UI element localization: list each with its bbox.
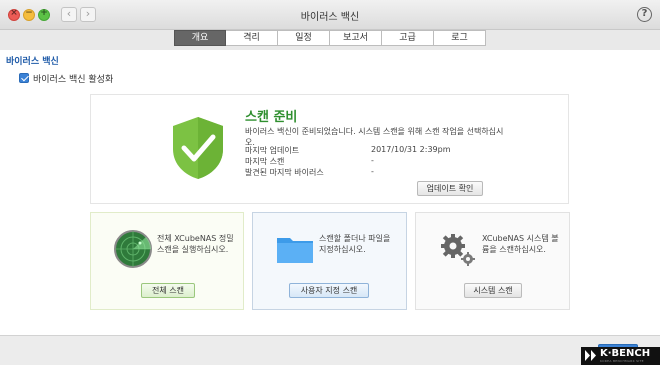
tab-overview[interactable]: 개요 xyxy=(174,30,226,46)
scan-status-title: 스캔 준비 xyxy=(245,110,298,125)
kbench-watermark: K·BENCH KOREA BENCHMARK SITE xyxy=(581,347,660,365)
custom-scan-button[interactable]: 사용자 지정 스캔 xyxy=(289,283,369,298)
last-virus-row: 발견된 마지막 바이러스 - xyxy=(245,167,485,178)
folder-icon xyxy=(277,238,313,263)
tab-bar: 개요 격리 일정 보고서 고급 로그 xyxy=(174,30,486,46)
tab-schedule[interactable]: 일정 xyxy=(278,30,330,46)
gears-icon xyxy=(441,234,475,266)
tab-advanced[interactable]: 고급 xyxy=(382,30,434,46)
window-title: 바이러스 백신 xyxy=(300,12,360,23)
full-scan-button[interactable]: 전체 스캔 xyxy=(141,283,195,298)
section-title: 바이러스 백신 xyxy=(6,57,59,67)
watermark-brand: K·BENCH xyxy=(600,348,651,359)
last-virus-value: - xyxy=(371,167,374,176)
tab-quarantine[interactable]: 격리 xyxy=(226,30,278,46)
enable-antivirus-label: 바이러스 백신 활성화 xyxy=(33,74,114,85)
shield-check-icon xyxy=(173,117,223,179)
kbench-logo-icon xyxy=(585,350,596,361)
title-bar: × − + ‹ › 바이러스 백신 ? xyxy=(0,0,660,30)
radar-icon xyxy=(114,230,152,268)
custom-scan-description: 스캔할 폴더나 파일을 지정하십시오. xyxy=(319,234,391,254)
enable-antivirus-checkbox[interactable] xyxy=(19,73,29,83)
check-update-button[interactable]: 업데이트 확인 xyxy=(417,181,483,196)
last-scan-label: 마지막 스캔 xyxy=(245,157,285,166)
footer-bar: 적용 xyxy=(0,335,660,365)
help-icon: ? xyxy=(641,8,648,19)
system-scan-description: XCubeNAS 시스템 볼륨을 스캔하십시오. xyxy=(482,234,559,254)
last-update-label: 마지막 업데이트 xyxy=(245,146,300,155)
help-button[interactable]: ? xyxy=(637,7,652,22)
enable-antivirus-row[interactable]: 바이러스 백신 활성화 xyxy=(19,72,114,85)
full-scan-card: 전체 XCubeNAS 정밀 스캔을 실행하십시오. 전체 스캔 xyxy=(90,212,244,310)
system-scan-button[interactable]: 시스템 스캔 xyxy=(464,283,522,298)
last-update-value: 2017/10/31 2:39pm xyxy=(371,145,451,154)
full-scan-description: 전체 XCubeNAS 정밀 스캔을 실행하십시오. xyxy=(157,234,234,254)
custom-scan-card: 스캔할 폴더나 파일을 지정하십시오. 사용자 지정 스캔 xyxy=(252,212,407,310)
last-scan-value: - xyxy=(371,156,374,165)
tab-reports[interactable]: 보고서 xyxy=(330,30,382,46)
last-virus-label: 발견된 마지막 바이러스 xyxy=(245,168,324,177)
status-panel: 스캔 준비 바이러스 백신이 준비되었습니다. 시스템 스캔을 위해 스캔 작업… xyxy=(90,94,569,204)
last-scan-row: 마지막 스캔 - xyxy=(245,156,485,167)
main-content: 바이러스 백신 바이러스 백신 활성화 스캔 준비 바이러스 백신이 준비되었습… xyxy=(0,50,660,335)
watermark-tagline: KOREA BENCHMARK SITE xyxy=(600,359,644,363)
tab-logs[interactable]: 로그 xyxy=(434,30,486,46)
last-update-row: 마지막 업데이트 2017/10/31 2:39pm xyxy=(245,145,485,156)
system-scan-card: XCubeNAS 시스템 볼륨을 스캔하십시오. 시스템 스캔 xyxy=(415,212,570,310)
